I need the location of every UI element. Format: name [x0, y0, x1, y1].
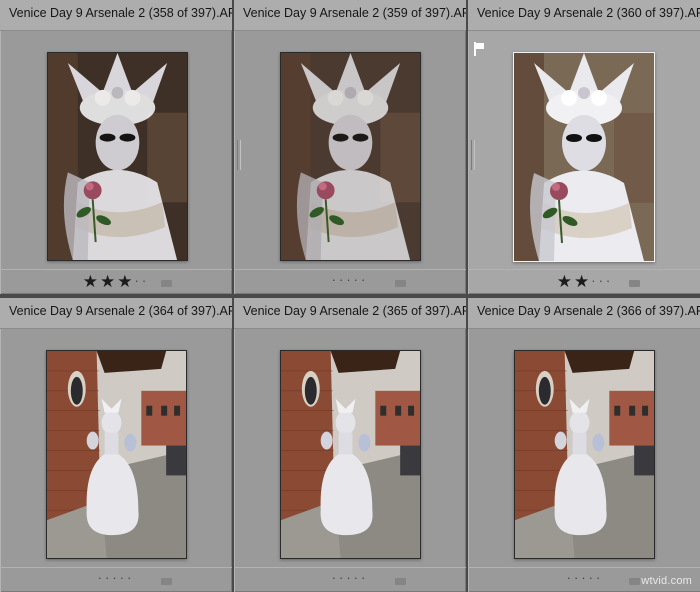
photo-thumbnail[interactable]: [47, 52, 188, 261]
photo-thumbnail[interactable]: [280, 52, 421, 261]
cell-footer: ·····: [234, 567, 466, 592]
thumbnail-cell[interactable]: Venice Day 9 Arsenale 2 (359 of 397).ARW…: [234, 0, 466, 294]
file-name-label: Venice Day 9 Arsenale 2 (358 of 397).ARW: [9, 6, 232, 20]
cell-header: Venice Day 9 Arsenale 2 (359 of 397).ARW: [234, 0, 466, 31]
photo-thumbnail[interactable]: [514, 350, 655, 559]
file-name-label: Venice Day 9 Arsenale 2 (359 of 397).ARW: [243, 6, 466, 20]
badge-icon[interactable]: [395, 280, 406, 287]
star-icon[interactable]: ★: [557, 272, 574, 291]
rating-dot[interactable]: ·: [346, 570, 353, 585]
cell-footer: ★★···: [468, 269, 700, 294]
rating-dot[interactable]: ·: [589, 570, 596, 585]
rating-dot[interactable]: ·: [332, 570, 339, 585]
resize-handle[interactable]: [237, 140, 241, 170]
thumbnail-cell[interactable]: Venice Day 9 Arsenale 2 (360 of 397).ARW…: [468, 0, 700, 294]
file-name-label: Venice Day 9 Arsenale 2 (360 of 397).ARW: [477, 6, 700, 20]
star-icon[interactable]: ★: [83, 272, 100, 291]
rating-dot[interactable]: ·: [581, 570, 588, 585]
rating-dot[interactable]: ·: [354, 272, 361, 287]
rating-dot[interactable]: ·: [599, 273, 606, 288]
cell-footer: ★★★··: [0, 269, 232, 294]
cell-header: Venice Day 9 Arsenale 2 (366 of 397).ARW: [468, 298, 700, 329]
star-icon[interactable]: ★: [117, 272, 134, 291]
badge-icon[interactable]: [161, 280, 172, 287]
badge-icon[interactable]: [395, 578, 406, 585]
photo-thumbnail[interactable]: [46, 350, 187, 559]
rating-dot[interactable]: ·: [135, 273, 142, 288]
rating-dot[interactable]: ·: [361, 570, 368, 585]
thumbnail-cell[interactable]: Venice Day 9 Arsenale 2 (365 of 397).ARW…: [234, 298, 466, 592]
star-rating[interactable]: ·····: [234, 272, 466, 287]
badge-icon[interactable]: [629, 280, 640, 287]
rating-dot[interactable]: ·: [606, 273, 613, 288]
cell-header: Venice Day 9 Arsenale 2 (358 of 397).ARW: [0, 0, 232, 31]
badge-icon[interactable]: [161, 578, 172, 585]
thumbnail-cell[interactable]: Venice Day 9 Arsenale 2 (364 of 397).ARW…: [0, 298, 232, 592]
cell-header: Venice Day 9 Arsenale 2 (365 of 397).ARW: [234, 298, 466, 329]
thumbnail-cell[interactable]: Venice Day 9 Arsenale 2 (358 of 397).ARW…: [0, 0, 232, 294]
cell-header: Venice Day 9 Arsenale 2 (360 of 397).ARW: [468, 0, 700, 31]
rating-dot[interactable]: ·: [142, 273, 149, 288]
file-name-label: Venice Day 9 Arsenale 2 (364 of 397).ARW: [9, 304, 232, 318]
rating-dot[interactable]: ·: [98, 570, 105, 585]
rating-dot[interactable]: ·: [346, 272, 353, 287]
star-rating[interactable]: ★★★··: [0, 272, 232, 292]
star-rating[interactable]: ·····: [234, 570, 466, 585]
rating-dot[interactable]: ·: [112, 570, 119, 585]
rating-dot[interactable]: ·: [354, 570, 361, 585]
star-icon[interactable]: ★: [574, 272, 591, 291]
cell-header: Venice Day 9 Arsenale 2 (364 of 397).ARW: [0, 298, 232, 329]
rating-dot[interactable]: ·: [596, 570, 603, 585]
file-name-label: Venice Day 9 Arsenale 2 (366 of 397).ARW: [477, 304, 700, 318]
star-rating[interactable]: ★★···: [468, 272, 700, 292]
watermark-text: wtvid.com: [641, 575, 692, 587]
photo-thumbnail[interactable]: [513, 52, 655, 262]
resize-handle[interactable]: [471, 140, 475, 170]
thumbnail-grid: Venice Day 9 Arsenale 2 (358 of 397).ARW…: [0, 0, 700, 592]
photo-thumbnail[interactable]: [280, 350, 421, 559]
cell-footer: ·····: [0, 567, 232, 592]
pick-flag-icon[interactable]: [474, 42, 484, 56]
rating-dot[interactable]: ·: [591, 273, 598, 288]
rating-dot[interactable]: ·: [567, 570, 574, 585]
rating-dot[interactable]: ·: [361, 272, 368, 287]
badge-icon[interactable]: [629, 578, 640, 585]
rating-dot[interactable]: ·: [120, 570, 127, 585]
star-icon[interactable]: ★: [100, 272, 117, 291]
cell-footer: ·····: [234, 269, 466, 294]
rating-dot[interactable]: ·: [127, 570, 134, 585]
star-rating[interactable]: ·····: [0, 570, 232, 585]
thumbnail-cell[interactable]: Venice Day 9 Arsenale 2 (366 of 397).ARW…: [468, 298, 700, 592]
file-name-label: Venice Day 9 Arsenale 2 (365 of 397).ARW: [243, 304, 466, 318]
rating-dot[interactable]: ·: [332, 272, 339, 287]
